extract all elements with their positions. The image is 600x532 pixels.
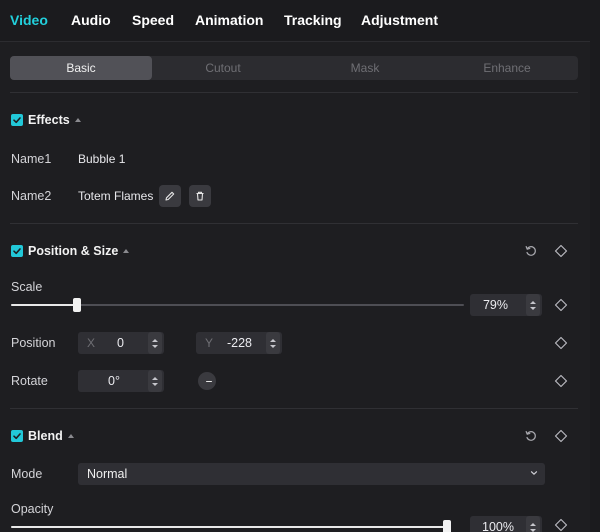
- position-label: Position: [11, 336, 56, 350]
- keyframe-diamond-icon[interactable]: [554, 518, 568, 532]
- checkmark-icon: [13, 248, 21, 255]
- position-size-title: Position & Size: [28, 244, 119, 258]
- delete-effect-button[interactable]: [189, 185, 211, 207]
- step-up-icon[interactable]: [152, 376, 158, 380]
- y-prefix: Y: [205, 336, 214, 350]
- scrollbar[interactable]: [590, 0, 600, 532]
- effects-title: Effects: [28, 113, 70, 127]
- mode-label: Mode: [11, 467, 43, 481]
- reset-icon[interactable]: [524, 244, 538, 258]
- step-up-icon[interactable]: [530, 522, 536, 526]
- collapse-caret-icon[interactable]: [123, 249, 130, 253]
- scale-slider[interactable]: [11, 298, 464, 312]
- name1-value: Bubble 1: [78, 152, 126, 166]
- step-down-icon[interactable]: [530, 306, 536, 310]
- effects-section-header[interactable]: Effects: [11, 112, 81, 128]
- blend-mode-value: Normal: [87, 467, 128, 481]
- keyframe-diamond-icon[interactable]: [554, 374, 568, 388]
- blend-mode-select[interactable]: Normal: [78, 463, 545, 485]
- subtab-cutout[interactable]: Cutout: [152, 56, 294, 80]
- rotate-value: 0°: [108, 374, 120, 388]
- rotate-dial[interactable]: [198, 372, 216, 390]
- rotate-stepper[interactable]: [148, 370, 162, 392]
- blend-checkbox[interactable]: [11, 430, 23, 442]
- keyframe-diamond-icon[interactable]: [554, 429, 568, 443]
- step-down-icon[interactable]: [270, 344, 276, 348]
- tab-speed[interactable]: Speed: [132, 12, 174, 28]
- top-tab-bar: Video Audio Speed Animation Tracking Adj…: [0, 0, 590, 42]
- position-y-stepper[interactable]: [266, 332, 280, 354]
- step-up-icon[interactable]: [152, 338, 158, 342]
- blend-title: Blend: [28, 429, 63, 443]
- name1-label: Name1: [11, 152, 52, 166]
- divider: [10, 408, 578, 409]
- scale-slider-thumb[interactable]: [73, 298, 81, 312]
- opacity-slider-fill: [11, 526, 451, 528]
- chevron-down-icon: [530, 471, 538, 475]
- tab-adjustment[interactable]: Adjustment: [361, 12, 438, 28]
- step-down-icon[interactable]: [152, 382, 158, 386]
- keyframe-diamond-icon[interactable]: [554, 336, 568, 350]
- scale-value: 79%: [482, 298, 508, 312]
- position-x-value: 0: [117, 336, 124, 350]
- opacity-stepper[interactable]: [526, 516, 540, 532]
- reset-icon[interactable]: [524, 429, 538, 443]
- opacity-slider-thumb[interactable]: [443, 520, 451, 532]
- dial-needle: [206, 380, 212, 382]
- collapse-caret-icon[interactable]: [74, 118, 81, 122]
- opacity-value: 100%: [482, 520, 514, 532]
- x-prefix: X: [87, 336, 96, 350]
- tab-video[interactable]: Video: [10, 12, 48, 28]
- subtab-basic[interactable]: Basic: [10, 56, 152, 80]
- scale-slider-fill: [11, 304, 77, 306]
- edit-effect-button[interactable]: [159, 185, 181, 207]
- name2-value: Totem Flames: [78, 189, 154, 203]
- name2-label: Name2: [11, 189, 52, 203]
- tab-tracking[interactable]: Tracking: [284, 12, 342, 28]
- rotate-label: Rotate: [11, 374, 48, 388]
- keyframe-diamond-icon[interactable]: [554, 244, 568, 258]
- position-x-stepper[interactable]: [148, 332, 162, 354]
- step-down-icon[interactable]: [152, 344, 158, 348]
- divider: [10, 92, 578, 93]
- effects-checkbox[interactable]: [11, 114, 23, 126]
- step-up-icon[interactable]: [530, 300, 536, 304]
- tab-audio[interactable]: Audio: [71, 12, 111, 28]
- pencil-icon: [165, 191, 175, 201]
- checkmark-icon: [13, 117, 21, 124]
- position-size-section-header[interactable]: Position & Size: [11, 243, 130, 259]
- subtab-enhance[interactable]: Enhance: [436, 56, 578, 80]
- collapse-caret-icon[interactable]: [67, 434, 74, 438]
- scale-stepper[interactable]: [526, 294, 540, 316]
- divider: [10, 223, 578, 224]
- keyframe-diamond-icon[interactable]: [554, 298, 568, 312]
- sub-tab-bar: Basic Cutout Mask Enhance: [10, 56, 578, 80]
- blend-section-header[interactable]: Blend: [11, 428, 74, 444]
- trash-icon: [196, 191, 204, 201]
- position-y-value: -228: [226, 336, 252, 350]
- position-size-checkbox[interactable]: [11, 245, 23, 257]
- opacity-label: Opacity: [11, 502, 54, 516]
- checkmark-icon: [13, 433, 21, 440]
- step-down-icon[interactable]: [530, 528, 536, 532]
- subtab-mask[interactable]: Mask: [294, 56, 436, 80]
- step-up-icon[interactable]: [270, 338, 276, 342]
- scale-label: Scale: [11, 280, 43, 294]
- opacity-slider[interactable]: [11, 520, 451, 532]
- tab-animation[interactable]: Animation: [195, 12, 263, 28]
